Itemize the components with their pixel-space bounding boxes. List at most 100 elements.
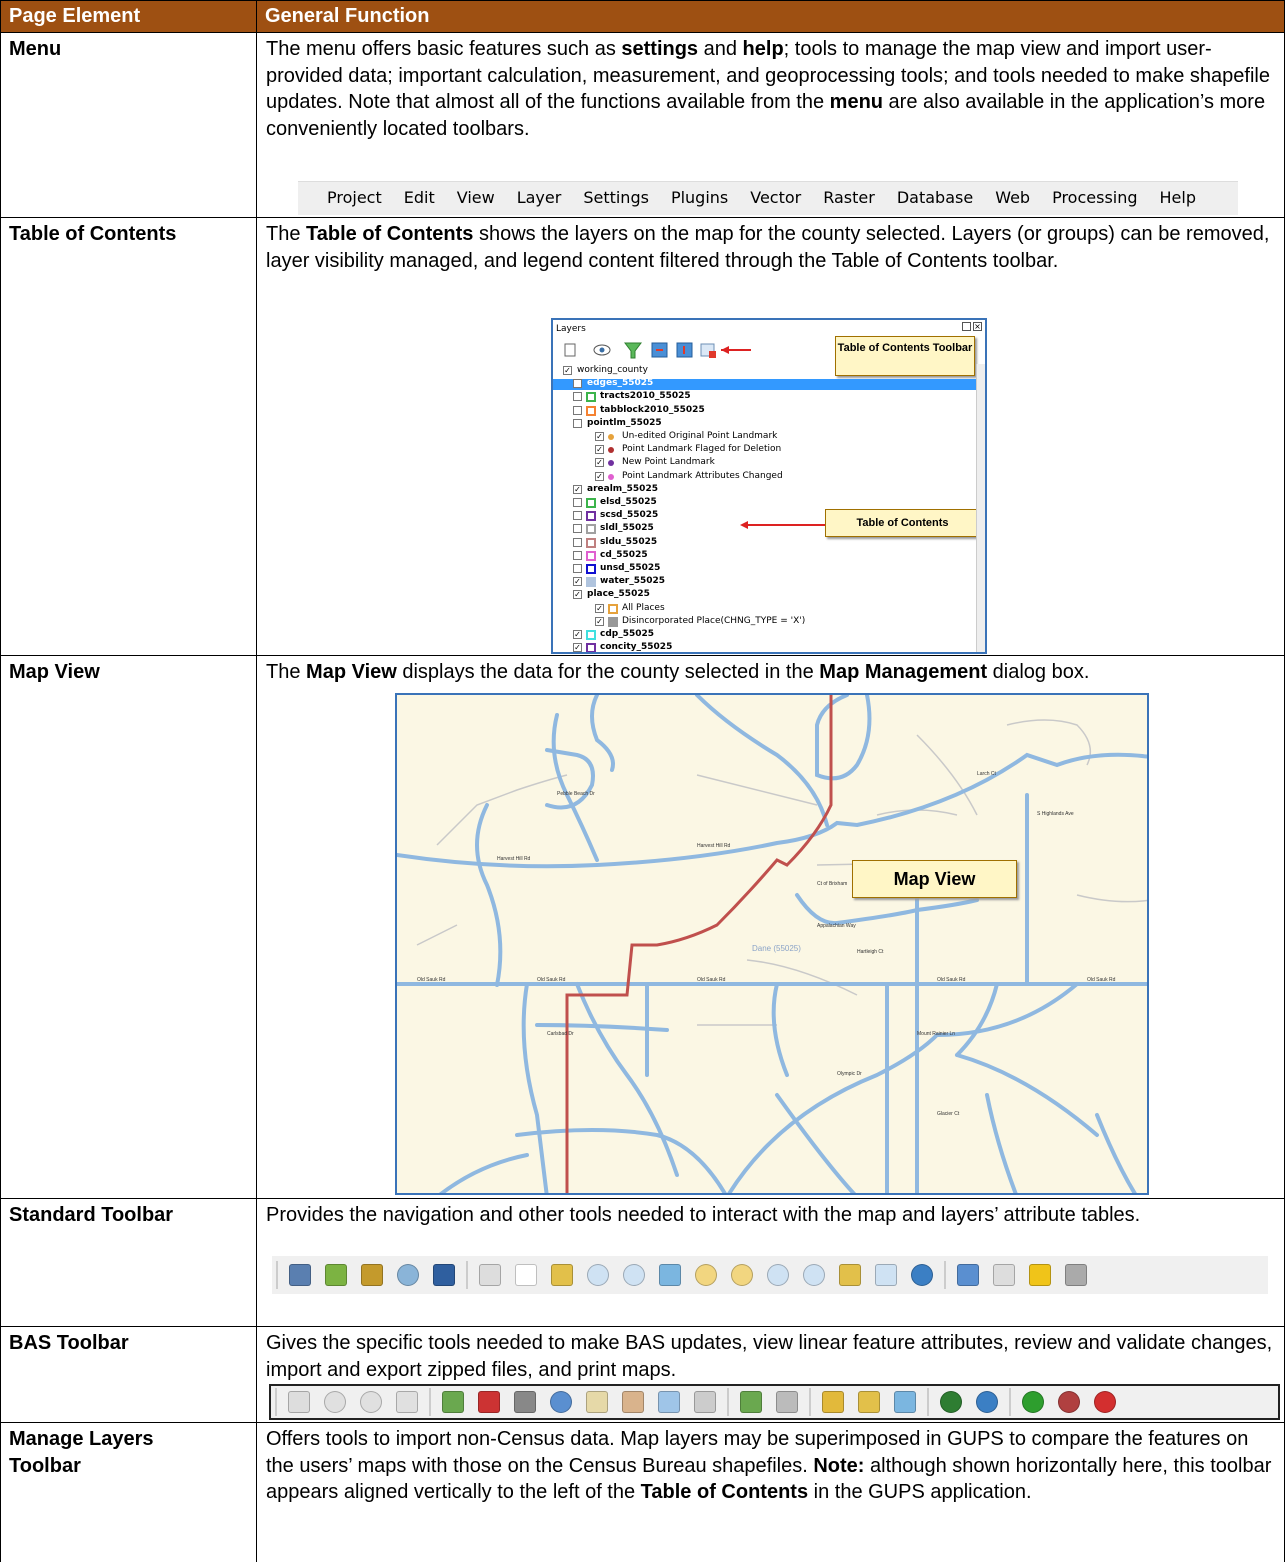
zoom-full-icon[interactable] — [659, 1264, 681, 1286]
pan-to-selection-icon[interactable] — [551, 1264, 573, 1286]
layer-checkbox[interactable]: ✓ — [573, 630, 582, 639]
layer-item[interactable]: ✓ concity_55025 — [553, 642, 978, 652]
pointer-icon[interactable] — [479, 1264, 501, 1286]
menu-item-view[interactable]: View — [446, 185, 506, 212]
split-line-icon[interactable] — [514, 1391, 536, 1413]
undo-icon[interactable] — [324, 1391, 346, 1413]
zoom-last-icon[interactable] — [767, 1264, 789, 1286]
layer-item[interactable]: ✓ Disincorporated Place(CHNG_TYPE = 'X') — [553, 616, 978, 628]
menu-item-plugins[interactable]: Plugins — [660, 185, 739, 212]
layer-checkbox[interactable]: ✓ — [573, 577, 582, 587]
layer-checkbox[interactable]: ✓ — [595, 458, 604, 468]
users-icon[interactable] — [658, 1391, 680, 1413]
layer-checkbox[interactable] — [573, 537, 582, 547]
delete-line-icon[interactable] — [478, 1391, 500, 1413]
web-globe-icon[interactable] — [940, 1391, 962, 1413]
layer-checkbox[interactable]: ✓ — [563, 366, 572, 375]
new-bookmark-icon[interactable] — [839, 1264, 861, 1286]
expression-icon[interactable] — [993, 1264, 1015, 1286]
layer-item[interactable]: ✓ Point Landmark Flaged for Deletion — [553, 444, 978, 456]
menu-item-edit[interactable]: Edit — [393, 185, 446, 212]
layer-item[interactable]: sldl_55025 — [553, 523, 978, 535]
layer-item[interactable]: scsd_55025 — [553, 510, 978, 522]
add-line-icon[interactable] — [442, 1391, 464, 1413]
layer-checkbox[interactable] — [573, 392, 582, 402]
layer-checkbox[interactable] — [573, 405, 582, 415]
layer-item[interactable]: sldu_55025 — [553, 537, 978, 549]
layer-item[interactable]: ✓ place_55025 — [553, 589, 978, 601]
layer-checkbox[interactable]: ✓ — [595, 471, 604, 481]
layer-item[interactable]: ✓ working_county — [553, 365, 978, 377]
layer-item[interactable]: ✓ New Point Landmark — [553, 457, 978, 469]
layer-checkbox[interactable] — [573, 511, 582, 521]
layer-checkbox[interactable]: ✓ — [573, 379, 582, 389]
deselect-icon[interactable] — [1029, 1264, 1051, 1286]
zoom-selection-icon[interactable] — [695, 1264, 717, 1286]
layer-checkbox[interactable] — [573, 498, 582, 507]
layer-item[interactable]: ✓ water_55025 — [553, 576, 978, 588]
layer-checkbox[interactable]: ✓ — [573, 643, 582, 652]
validate-icon[interactable] — [740, 1391, 762, 1413]
layer-checkbox[interactable] — [573, 524, 582, 534]
topology-icon[interactable] — [694, 1391, 716, 1413]
pan-icon[interactable] — [515, 1264, 537, 1286]
flag-point-icon[interactable] — [1058, 1391, 1080, 1413]
layer-item[interactable]: unsd_55025 — [553, 563, 978, 575]
layer-item[interactable]: ✓ cdp_55025 — [553, 629, 978, 641]
layer-item[interactable]: ✓ Un-edited Original Point Landmark — [553, 431, 978, 443]
menu-item-raster[interactable]: Raster — [812, 185, 886, 212]
save-project-icon[interactable] — [289, 1264, 311, 1286]
vertex-tool-icon[interactable] — [396, 1391, 418, 1413]
layer-checkbox[interactable] — [573, 564, 582, 573]
zoom-out-icon[interactable] — [623, 1264, 645, 1286]
layer-checkbox[interactable]: ✓ — [595, 432, 604, 441]
export-zip-icon[interactable] — [858, 1391, 880, 1413]
layer-checkbox[interactable]: ✓ — [573, 590, 582, 600]
layer-checkbox[interactable]: ✓ — [595, 603, 604, 613]
layer-item[interactable]: pointlm_55025 — [553, 418, 978, 430]
review-icon[interactable] — [776, 1391, 798, 1413]
digitize-icon[interactable] — [288, 1391, 310, 1413]
menu-item-web[interactable]: Web — [984, 185, 1041, 212]
menu-item-project[interactable]: Project — [316, 185, 393, 212]
layer-item[interactable]: tracts2010_55025 — [553, 391, 978, 403]
zoom-layer-icon[interactable] — [731, 1264, 753, 1286]
redo-icon[interactable] — [360, 1391, 382, 1413]
menu-item-database[interactable]: Database — [886, 185, 984, 212]
menu-item-help[interactable]: Help — [1149, 185, 1207, 212]
globe-icon[interactable] — [397, 1264, 419, 1286]
refresh-icon[interactable] — [911, 1264, 933, 1286]
import-zip-icon[interactable] — [822, 1391, 844, 1413]
layer-checkbox[interactable] — [573, 418, 582, 428]
zoom-next-icon[interactable] — [803, 1264, 825, 1286]
layer-checkbox[interactable] — [573, 550, 582, 560]
layer-item[interactable]: ✓ arealm_55025 — [553, 484, 978, 496]
select-icon[interactable] — [433, 1264, 455, 1286]
layer-checkbox[interactable]: ✓ — [595, 616, 604, 626]
package-icon[interactable] — [894, 1391, 916, 1413]
show-bookmarks-icon[interactable] — [875, 1264, 897, 1286]
brush-icon[interactable] — [361, 1264, 383, 1286]
layer-item[interactable]: elsd_55025 — [553, 497, 978, 509]
layer-item[interactable]: cd_55025 — [553, 550, 978, 562]
menu-item-vector[interactable]: Vector — [739, 185, 812, 212]
measure-icon[interactable] — [1065, 1264, 1087, 1286]
layer-item[interactable]: ✓ All Places — [553, 603, 978, 615]
new-map-icon[interactable] — [325, 1264, 347, 1286]
edit-table-icon[interactable] — [586, 1391, 608, 1413]
layer-checkbox[interactable]: ✓ — [595, 445, 604, 455]
layer-item[interactable]: ✓ edges_55025 — [553, 378, 978, 391]
identify-icon[interactable] — [957, 1264, 979, 1286]
layer-item[interactable]: ✓ Point Landmark Attributes Changed — [553, 471, 978, 483]
delete-point-icon[interactable] — [1094, 1391, 1116, 1413]
add-globe-icon[interactable] — [976, 1391, 998, 1413]
layer-item[interactable]: tabblock2010_55025 — [553, 405, 978, 417]
zoom-in-icon[interactable] — [587, 1264, 609, 1286]
layer-checkbox[interactable]: ✓ — [573, 484, 582, 494]
attribute-icon[interactable] — [550, 1391, 572, 1413]
change-list-icon[interactable] — [622, 1391, 644, 1413]
menu-item-processing[interactable]: Processing — [1041, 185, 1148, 212]
add-point-icon[interactable] — [1022, 1391, 1044, 1413]
menu-item-layer[interactable]: Layer — [506, 185, 573, 212]
menu-item-settings[interactable]: Settings — [572, 185, 660, 212]
